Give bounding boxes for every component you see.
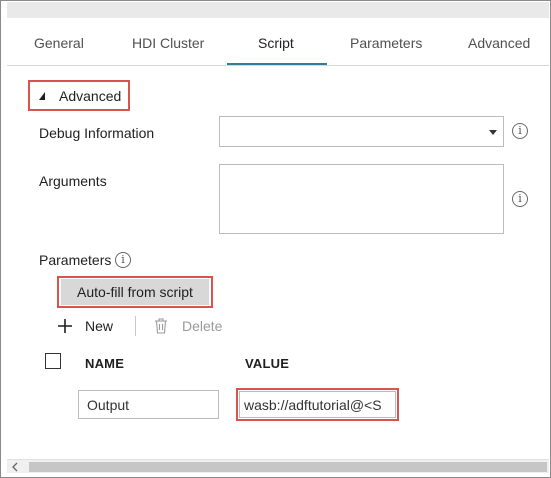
new-button[interactable]: New xyxy=(57,316,121,336)
collapse-triangle-icon xyxy=(39,92,45,100)
properties-panel: General HDI Cluster Script Parameters Ad… xyxy=(0,0,551,478)
tab-hdi-cluster[interactable]: HDI Cluster xyxy=(132,18,204,66)
delete-button-label: Delete xyxy=(182,318,223,334)
scroll-left-icon[interactable] xyxy=(11,462,19,472)
column-header-value: VALUE xyxy=(245,356,290,371)
horizontal-scrollbar[interactable] xyxy=(7,459,549,473)
top-strip xyxy=(7,2,549,18)
toolbar-divider xyxy=(135,316,136,336)
debug-information-label: Debug Information xyxy=(39,125,155,141)
info-icon[interactable]: i xyxy=(115,252,131,268)
delete-button[interactable]: Delete xyxy=(154,316,226,336)
advanced-section-toggle[interactable]: Advanced xyxy=(28,80,130,111)
parameter-value-text: wasb://adftutorial@<S xyxy=(244,397,382,413)
plus-icon xyxy=(58,319,72,333)
tab-script[interactable]: Script xyxy=(258,18,294,66)
parameter-name-input[interactable]: Output xyxy=(78,390,219,419)
tab-bar: General HDI Cluster Script Parameters Ad… xyxy=(7,18,549,66)
parameter-value-input[interactable]: wasb://adftutorial@<S xyxy=(239,391,396,418)
trash-icon xyxy=(155,318,167,334)
new-button-label: New xyxy=(85,318,114,334)
arguments-input[interactable] xyxy=(219,164,504,234)
parameter-value-highlight: wasb://adftutorial@<S xyxy=(236,388,399,421)
scrollbar-thumb[interactable] xyxy=(29,462,547,472)
autofill-from-script-button[interactable]: Auto-fill from script xyxy=(61,279,209,305)
select-all-checkbox[interactable] xyxy=(45,353,61,369)
active-tab-indicator xyxy=(227,63,327,65)
tab-advanced[interactable]: Advanced xyxy=(468,18,530,66)
tab-parameters[interactable]: Parameters xyxy=(350,18,422,66)
tab-general[interactable]: General xyxy=(34,18,84,66)
debug-information-select[interactable] xyxy=(219,116,504,147)
chevron-down-icon xyxy=(489,130,497,135)
arguments-label: Arguments xyxy=(39,173,107,189)
autofill-highlight: Auto-fill from script xyxy=(57,276,213,308)
advanced-section-label: Advanced xyxy=(59,88,122,104)
column-header-name: NAME xyxy=(85,356,125,371)
parameter-name-value: Output xyxy=(87,397,130,413)
parameters-label: Parameters xyxy=(39,252,112,268)
info-icon[interactable]: i xyxy=(512,123,528,139)
info-icon[interactable]: i xyxy=(512,191,528,207)
